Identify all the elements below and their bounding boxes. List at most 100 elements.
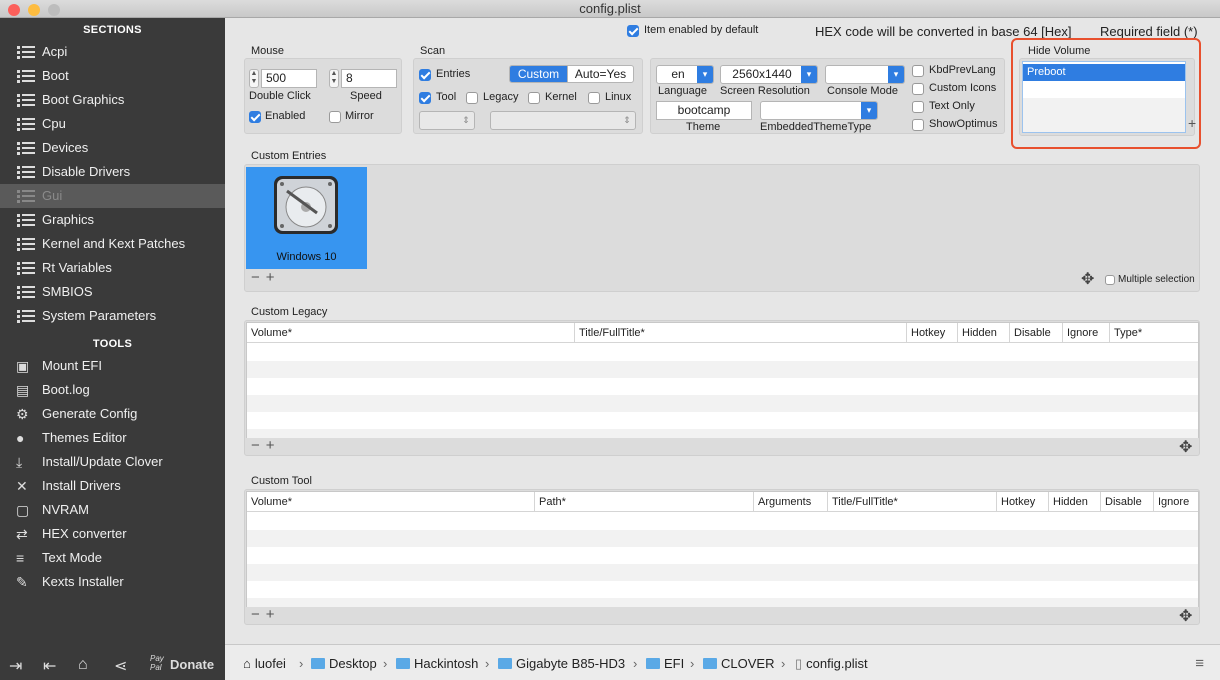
column-header[interactable]: Volume* — [247, 492, 535, 512]
sidebar-item-graphics[interactable]: Graphics — [0, 208, 225, 232]
sidebar-item-boot-graphics[interactable]: Boot Graphics — [0, 88, 225, 112]
tool-hex-converter[interactable]: ⇄ HEX converter — [0, 522, 225, 546]
custom-entry-windows[interactable]: Windows 10 — [246, 167, 367, 269]
custom-tool-table[interactable]: Volume* Path* Arguments Title/FullTitle*… — [246, 491, 1199, 607]
column-header[interactable]: Hidden — [1049, 492, 1101, 512]
scan-legacy-select[interactable]: ⇕ — [419, 111, 475, 130]
console-mode-label: Console Mode — [827, 85, 898, 97]
scan-mode-custom[interactable]: Custom — [510, 66, 567, 82]
hide-volume-add-button[interactable]: + — [1188, 115, 1196, 131]
scan-mode-segmented[interactable]: Custom Auto=Yes — [509, 65, 634, 83]
scan-tool-checkbox[interactable] — [419, 92, 431, 104]
zoom-window-button[interactable] — [48, 4, 60, 16]
tool-generate-config[interactable]: ⚙ Generate Config — [0, 402, 225, 426]
sidebar-item-devices[interactable]: Devices — [0, 136, 225, 160]
column-header[interactable]: Disable — [1101, 492, 1154, 512]
breadcrumb-home[interactable]: ⌂ luofei — [243, 656, 286, 671]
scan-linux-checkbox[interactable] — [588, 92, 600, 104]
import-icon[interactable]: ⇥ — [9, 656, 22, 676]
double-click-stepper[interactable]: ▲ ▼ — [249, 69, 259, 88]
add-icon: + — [265, 269, 275, 286]
column-header[interactable]: Path* — [535, 492, 754, 512]
tool-themes-editor[interactable]: ● Themes Editor — [0, 426, 225, 450]
hide-volume-item[interactable]: Preboot — [1023, 64, 1185, 81]
column-header[interactable]: Disable — [1010, 323, 1063, 343]
menu-icon[interactable]: ≡ — [1195, 655, 1204, 672]
scan-mode-auto[interactable]: Auto=Yes — [567, 66, 633, 82]
export-icon[interactable]: ⇤ — [43, 656, 56, 676]
theme-input[interactable]: bootcamp — [656, 101, 752, 120]
text-lines-icon: ≡ — [16, 550, 25, 566]
sidebar-item-system-parameters[interactable]: System Parameters — [0, 304, 225, 328]
tool-boot-log[interactable]: ▤ Boot.log — [0, 378, 225, 402]
console-mode-select[interactable]: ▾ — [825, 65, 905, 84]
list-icon — [17, 214, 35, 227]
column-header[interactable]: Arguments — [754, 492, 828, 512]
move-arrows-icon[interactable]: ✥ — [1081, 269, 1094, 289]
speed-input[interactable]: 8 — [341, 69, 397, 88]
share-icon[interactable]: ⋖ — [114, 656, 127, 676]
sidebar-item-boot[interactable]: Boot — [0, 64, 225, 88]
scan-entries-checkbox[interactable] — [419, 69, 431, 81]
column-header[interactable]: Hidden — [958, 323, 1010, 343]
tool-kexts-installer[interactable]: ✎ Kexts Installer — [0, 570, 225, 594]
show-optimus-checkbox[interactable] — [912, 119, 924, 131]
mouse-enabled-checkbox[interactable] — [249, 111, 261, 123]
tool-mount-efi[interactable]: ▣ Mount EFI — [0, 354, 225, 378]
column-header[interactable]: Type* — [1110, 323, 1198, 343]
sidebar-item-kernel-kext-patches[interactable]: Kernel and Kext Patches — [0, 232, 225, 256]
column-header[interactable]: Hotkey — [907, 323, 958, 343]
sidebar-item-acpi[interactable]: Acpi — [0, 40, 225, 64]
double-click-input[interactable]: 500 — [261, 69, 317, 88]
breadcrumb-file[interactable]: ▯ config.plist — [795, 656, 868, 672]
tool-text-mode[interactable]: ≡ Text Mode — [0, 546, 225, 570]
custom-legacy-group: Volume* Title/FullTitle* Hotkey Hidden D… — [244, 320, 1200, 456]
column-header[interactable]: Hotkey — [997, 492, 1049, 512]
column-header[interactable]: Title/FullTitle* — [575, 323, 907, 343]
kbd-prev-lang-checkbox[interactable] — [912, 65, 924, 77]
sidebar-item-cpu[interactable]: Cpu — [0, 112, 225, 136]
custom-tool-group: Volume* Path* Arguments Title/FullTitle*… — [244, 489, 1200, 625]
custom-legacy-add-remove[interactable]: − + — [251, 437, 281, 454]
breadcrumb-folder[interactable]: CLOVER — [703, 656, 774, 671]
scan-legacy-checkbox[interactable] — [466, 92, 478, 104]
column-header[interactable]: Ignore — [1154, 492, 1198, 512]
scan-kernel-select[interactable]: ⇕ — [490, 111, 636, 130]
sidebar-item-smbios[interactable]: SMBIOS — [0, 280, 225, 304]
language-select[interactable]: en ▾ — [656, 65, 714, 84]
tool-install-drivers[interactable]: ✕ Install Drivers — [0, 474, 225, 498]
multiple-selection-checkbox[interactable] — [1105, 275, 1115, 285]
sidebar-item-disable-drivers[interactable]: Disable Drivers — [0, 160, 225, 184]
tool-nvram[interactable]: ▢ NVRAM — [0, 498, 225, 522]
custom-icons-checkbox[interactable] — [912, 83, 924, 95]
remove-icon: − — [251, 269, 260, 286]
move-arrows-icon[interactable]: ✥ — [1179, 437, 1192, 457]
custom-legacy-table[interactable]: Volume* Title/FullTitle* Hotkey Hidden D… — [246, 322, 1199, 438]
speed-stepper[interactable]: ▲ ▼ — [329, 69, 339, 88]
disk-icon: ▣ — [16, 358, 30, 374]
custom-tool-add-remove[interactable]: − + — [251, 606, 281, 623]
column-header[interactable]: Volume* — [247, 323, 575, 343]
move-arrows-icon[interactable]: ✥ — [1179, 606, 1192, 626]
sidebar-item-rt-variables[interactable]: Rt Variables — [0, 256, 225, 280]
mouse-mirror-checkbox[interactable] — [329, 111, 341, 123]
screen-resolution-select[interactable]: 2560x1440 ▾ — [720, 65, 818, 84]
text-only-checkbox[interactable] — [912, 101, 924, 113]
scan-kernel-checkbox[interactable] — [528, 92, 540, 104]
hide-volume-list[interactable]: Preboot — [1022, 61, 1186, 133]
close-window-button[interactable] — [8, 4, 20, 16]
embedded-theme-select[interactable]: ▾ — [760, 101, 878, 120]
breadcrumb-folder[interactable]: Desktop — [311, 656, 377, 671]
minimize-window-button[interactable] — [28, 4, 40, 16]
sidebar-item-gui[interactable]: Gui — [0, 184, 225, 208]
custom-entries-add-remove[interactable]: − + — [251, 269, 281, 286]
breadcrumb-folder[interactable]: EFI — [646, 656, 684, 671]
column-header[interactable]: Ignore — [1063, 323, 1110, 343]
breadcrumb-folder[interactable]: Hackintosh — [396, 656, 478, 671]
home-icon[interactable]: ⌂ — [78, 656, 88, 674]
column-header[interactable]: Title/FullTitle* — [828, 492, 997, 512]
tool-install-update-clover[interactable]: ⤓ Install/Update Clover — [0, 450, 225, 474]
donate-button[interactable]: Donate — [170, 657, 214, 672]
breadcrumb-folder[interactable]: Gigabyte B85-HD3 — [498, 656, 625, 671]
mouse-title: Mouse — [251, 45, 285, 57]
